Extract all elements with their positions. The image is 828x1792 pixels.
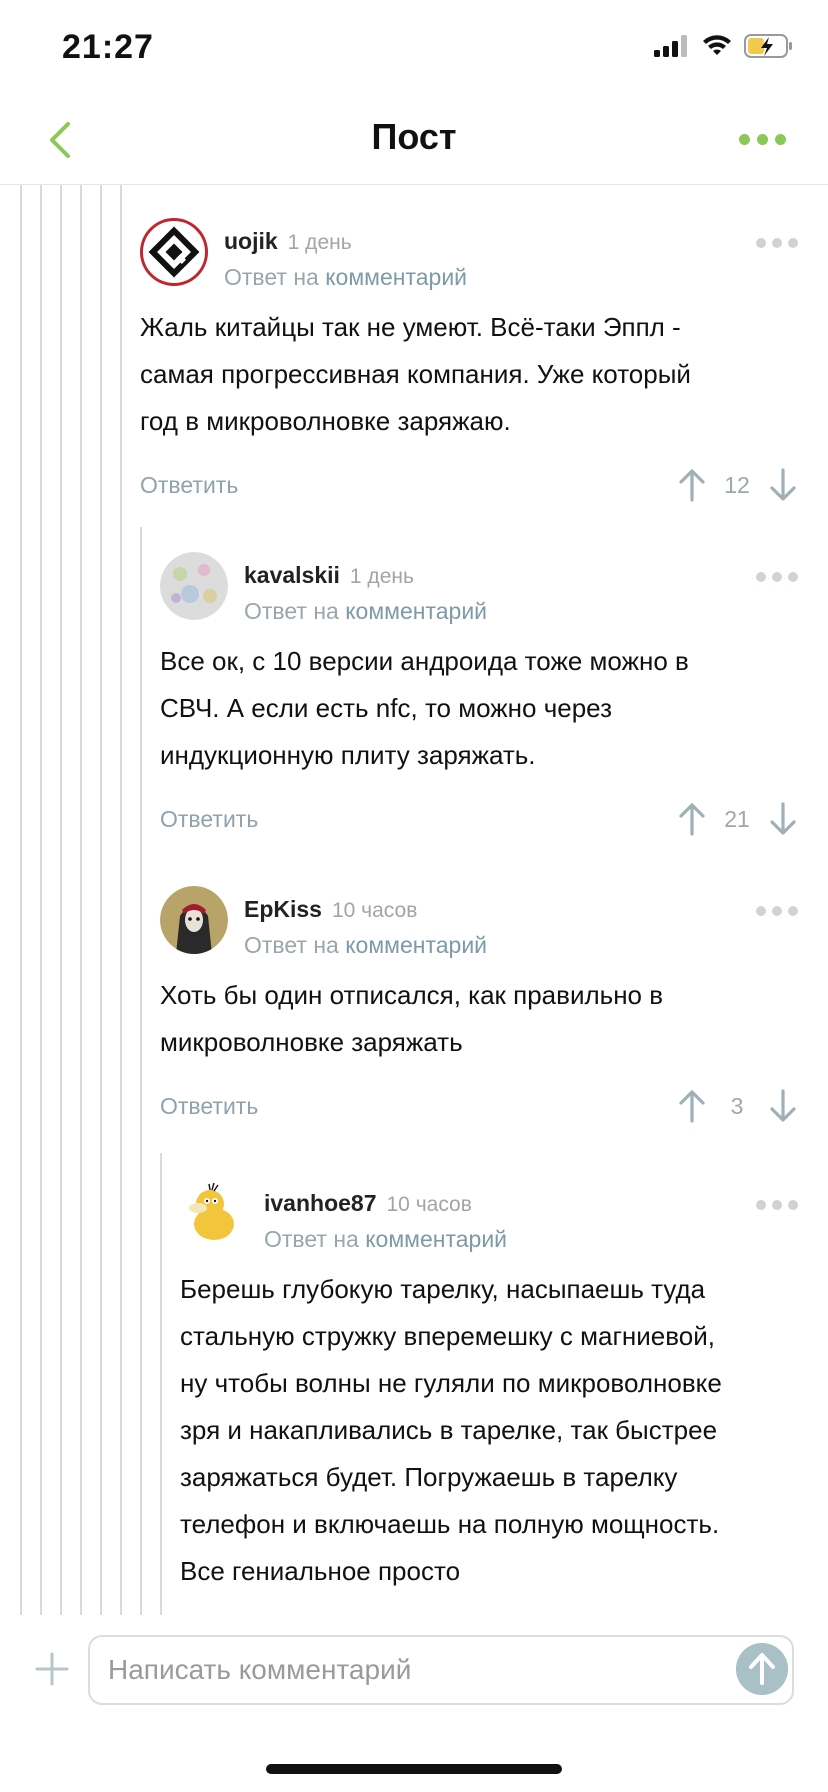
vote-count: 12 [724, 472, 750, 498]
upvote-arrow-icon[interactable] [677, 468, 707, 502]
comment-author-row[interactable]: EpKiss 10 часов [244, 896, 417, 923]
comment-author-row[interactable]: ivanhoe87 10 часов [264, 1190, 472, 1217]
reply-to-link[interactable]: комментарий [325, 264, 467, 290]
comment-more-button[interactable] [756, 238, 798, 248]
comment-time: 10 часов [331, 899, 418, 922]
comment-author-row[interactable]: kavalskii 1 день [244, 562, 414, 589]
page-title: Пост [371, 116, 457, 157]
battery-charging-icon [744, 34, 792, 58]
comment-text-line: заряжаться будет. Погружаешь в тарелку [180, 1462, 678, 1492]
wifi-icon [703, 35, 731, 55]
reply-button[interactable]: Ответить [160, 1093, 258, 1120]
comment-more-button[interactable] [756, 572, 798, 582]
comment-author[interactable]: EpKiss [244, 896, 322, 922]
comment: uojik 1 день Ответ на комментарий Жаль ки… [140, 218, 798, 508]
comment-text-line: СВЧ. А если есть nfc, то можно через [160, 693, 612, 723]
reply-button[interactable]: Ответить [160, 806, 258, 833]
reply-to-line: Ответ на комментарий [244, 598, 487, 625]
more-options-button[interactable] [739, 134, 786, 145]
comment-more-button[interactable] [756, 1200, 798, 1210]
home-indicator [266, 1764, 562, 1774]
reply-to-link[interactable]: комментарий [345, 932, 487, 958]
vote-count: 21 [724, 806, 750, 832]
status-bar: 21:27 [0, 0, 828, 96]
comment-actions: Ответить 12 [140, 468, 798, 508]
comment-text-line: Берешь глубокую тарелку, насыпаешь туда [180, 1274, 706, 1304]
comment-time: 1 день [287, 231, 352, 254]
comment-author[interactable]: uojik [224, 228, 278, 254]
thread-line [160, 1153, 162, 1615]
reply-to-prefix: Ответ на [264, 1226, 359, 1252]
upvote-arrow-icon[interactable] [677, 1089, 707, 1123]
comment: kavalskii 1 день Ответ на комментарий Все… [160, 552, 798, 842]
comment-text: Все ок, с 10 версии андроида тоже можно … [160, 638, 798, 779]
status-time: 21:27 [62, 28, 154, 66]
comment-text-line: стальную стружку вперемешку с магниевой, [180, 1321, 715, 1351]
comment-text-line: телефон и включаешь на полную мощность. [180, 1509, 720, 1539]
cellular-signal-icon [654, 35, 687, 57]
thread-line [20, 185, 22, 1615]
reply-to-link[interactable]: комментарий [365, 1226, 507, 1252]
comment: EpKiss 10 часов Ответ на комментарий Хоть… [160, 886, 798, 1136]
comment-time: 10 часов [386, 1193, 472, 1216]
vote-count: 3 [730, 1093, 744, 1119]
reply-to-prefix: Ответ на [244, 932, 339, 958]
comment-text-line: микроволновке заряжать [160, 1027, 463, 1057]
comment-composer [0, 1615, 828, 1792]
comment-actions: Ответить 3 [160, 1089, 798, 1129]
hooded-figure-avatar-icon[interactable] [160, 886, 228, 954]
comment-text-line: Все гениальное просто [180, 1556, 461, 1586]
comment-text-line: Жаль китайцы так не умеют. Всё-таки Эппл… [140, 312, 681, 342]
comment-text: Жаль китайцы так не умеют. Всё-таки Эппл… [140, 304, 798, 445]
reply-to-line: Ответ на комментарий [224, 264, 467, 291]
send-arrow-icon[interactable] [736, 1643, 788, 1695]
dot-icon [757, 134, 768, 145]
comment-author-row[interactable]: uojik 1 день [224, 228, 352, 255]
g-logo-avatar-icon[interactable] [140, 218, 208, 286]
dot-icon [775, 134, 786, 145]
psyduck-avatar-icon[interactable] [180, 1180, 248, 1248]
photo-avatar-icon[interactable] [160, 552, 228, 620]
comment-text-line: зря и накапливались в тарелке, так быстр… [180, 1415, 718, 1445]
thread-line [60, 185, 62, 1615]
thread-line [100, 185, 102, 1615]
comment-text-line: индукционную плиту заряжать. [160, 740, 536, 770]
thread-line [80, 185, 82, 1615]
comment-author[interactable]: kavalskii [244, 562, 340, 588]
comment-text: Хоть бы один отписался, как правильно в … [160, 972, 798, 1066]
dot-icon [739, 134, 750, 145]
comment: ivanhoe87 10 часов Ответ на комментарий Б… [180, 1180, 798, 1600]
downvote-arrow-icon[interactable] [768, 802, 798, 836]
comment-time: 1 день [349, 565, 414, 588]
reply-to-line: Ответ на комментарий [264, 1226, 507, 1253]
comment-actions: Ответить 21 [160, 802, 798, 842]
thread-line [120, 185, 122, 1615]
downvote-arrow-icon[interactable] [768, 468, 798, 502]
reply-to-prefix: Ответ на [224, 264, 319, 290]
comment-text-line: Хоть бы один отписался, как правильно в [160, 980, 664, 1010]
comment-input[interactable] [88, 1635, 794, 1705]
comment-author[interactable]: ivanhoe87 [264, 1190, 377, 1216]
downvote-arrow-icon[interactable] [768, 1089, 798, 1123]
comment-text-line: год в микроволновке заряжаю. [140, 406, 511, 436]
comment-text-line: самая прогрессивная компания. Уже которы… [140, 359, 691, 389]
reply-to-link[interactable]: комментарий [345, 598, 487, 624]
reply-to-prefix: Ответ на [244, 598, 339, 624]
comment-more-button[interactable] [756, 906, 798, 916]
comment-text-line: ну чтобы волны не гуляли по микроволновк… [180, 1368, 722, 1398]
upvote-arrow-icon[interactable] [677, 802, 707, 836]
status-icons [654, 34, 794, 58]
thread-line [40, 185, 42, 1615]
reply-button[interactable]: Ответить [140, 472, 238, 499]
comment-text: Берешь глубокую тарелку, насыпаешь туда … [180, 1266, 798, 1595]
reply-to-line: Ответ на комментарий [244, 932, 487, 959]
plus-icon[interactable] [34, 1651, 70, 1687]
comment-text-line: Все ок, с 10 версии андроида тоже можно … [160, 646, 689, 676]
navigation-bar: Пост [0, 96, 828, 185]
comment-thread[interactable]: uojik 1 день Ответ на комментарий Жаль ки… [0, 185, 828, 1615]
thread-line [140, 527, 142, 1615]
